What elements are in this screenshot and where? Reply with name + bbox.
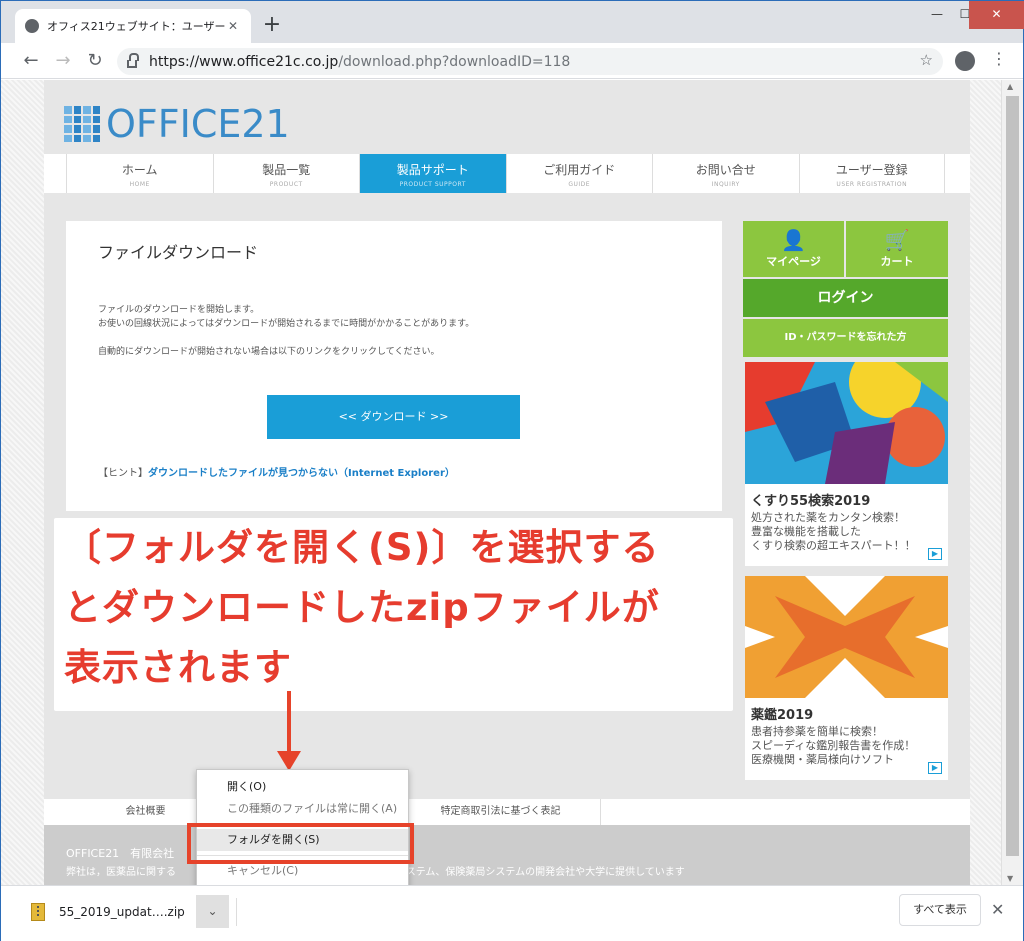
url-path: /download.php?downloadID=118 [338,53,571,70]
mypage-button[interactable]: 👤 マイページ [743,221,844,277]
globe-icon [25,19,39,33]
download-shelf: 55_2019_updat….zip ⌄ すべて表示 ✕ [1,885,1023,941]
nav-item-inquiry[interactable]: お問い合せ INQUIRY [652,154,799,193]
banner-desc: 処方された薬をカンタン検索！ [751,511,905,524]
page-viewport: OFFICE21 ホーム HOME 製品一覧 PRODUCT 製品サポート PRODU… [1,80,1023,885]
hint-link[interactable]: ダウンロードしたファイルが見つからない（Internet Explorer） [148,468,455,479]
highlight-box [187,823,414,864]
annotation-line-1: 〔フォルダを開く(S)〕を選択する [64,526,660,569]
nav-sublabel: USER REGISTRATION [836,181,908,188]
back-arrow-icon[interactable]: ← [19,49,43,73]
nav-item-registration[interactable]: ユーザー登録 USER REGISTRATION [798,154,945,193]
download-panel: ファイルダウンロード ファイルのダウンロードを開始します。 お使いの回線状況によ… [66,221,722,511]
url-text: https://www.office21c.co.jp/download.php… [149,54,570,70]
download-button[interactable]: << ダウンロード >> [267,395,520,439]
menu-item-always-open[interactable]: この種類のファイルは常に開く(A) [197,798,408,820]
annotation-arrow-icon [277,691,301,773]
download-text-2: お使いの回線状況によってはダウンロードが開始されるまでに時間がかかることがありま… [98,319,475,329]
nav-sublabel: PRODUCT [269,181,303,188]
site-page: OFFICE21 ホーム HOME 製品一覧 PRODUCT 製品サポート PRODU… [44,80,970,885]
logo-grid-icon [64,106,100,142]
nav-label: ユーザー登録 [835,163,908,177]
nav-label: 製品一覧 [262,163,311,177]
menu-item-open[interactable]: 開く(O) [197,776,408,798]
nav-item-home[interactable]: ホーム HOME [66,154,213,193]
download-text-3: 自動的にダウンロードが開始されない場合は以下のリンクをクリックしてください。 [98,347,440,357]
bookmark-star-icon[interactable]: ☆ [920,51,933,69]
hint-line: 【ヒント】ダウンロードしたファイルが見つからない（Internet Explor… [98,464,455,479]
annotation-callout: 〔フォルダを開く(S)〕を選択する とダウンロードしたzipファイルが 表示され… [54,518,733,711]
banner-desc: スピーディな鑑別報告書を作成！ [751,739,916,752]
nav-sublabel: PRODUCT SUPPORT [399,181,466,188]
download-item[interactable]: 55_2019_updat….zip [1,896,185,928]
footer-link-legal[interactable]: 特定商取引法に基づく表記 [401,799,601,825]
logo-text: OFFICE21 [106,102,290,146]
footer-desc-a: 弊社は，医薬品に関する [66,867,176,878]
show-all-button[interactable]: すべて表示 [899,894,981,926]
login-button[interactable]: ログイン [743,279,948,317]
forward-arrow-icon[interactable]: → [51,49,75,73]
hint-prefix: 【ヒント】 [98,468,148,479]
cart-icon: 🛒 [884,228,910,252]
forgot-password-link[interactable]: ID・パスワードを忘れた方 [743,319,948,357]
nav-sublabel: GUIDE [568,181,591,188]
banner-desc: くすり検索の超エキスパート！！ [751,539,916,552]
cart-label: カート [880,255,914,268]
banner-kusuri55[interactable]: くすり55検索2019 処方された薬をカンタン検索！ 豊富な機能を搭載した くす… [745,362,948,566]
new-tab-button[interactable]: + [259,13,285,39]
download-text-1: ファイルのダウンロードを開始します。 [98,305,260,315]
nav-sublabel: INQUIRY [711,181,740,188]
reload-icon[interactable]: ↻ [83,49,107,73]
nav-label: 製品サポート [396,163,469,177]
browser-toolbar: ← → ↻ https://www.office21c.co.jp/downlo… [1,43,1023,79]
nav-label: ホーム [121,163,158,177]
person-icon: 👤 [781,228,806,252]
play-icon: ▶ [928,548,942,560]
tab-title: オフィス21ウェブサイト：ユーザーサポ [47,20,225,33]
nav-label: ご利用ガイド [543,163,616,177]
banner-desc: 患者持参薬を簡単に検索！ [751,725,883,738]
nav-item-product[interactable]: 製品一覧 PRODUCT [212,154,360,193]
browser-window: オフィス21ウェブサイト：ユーザーサポ ✕ + — ☐ ✕ ← → ↻ http… [0,0,1024,941]
banner-title: 薬鑑2019 [751,708,814,723]
kebab-menu-icon[interactable]: ⋮ [991,49,1007,68]
footer-nav: 会社概要 特定商取引法に基づく表記 [44,799,970,825]
vertical-scrollbar[interactable]: ▲ ▼ [1001,80,1023,885]
global-nav: ホーム HOME 製品一覧 PRODUCT 製品サポート PRODUCT SUPPOR… [44,154,970,193]
address-bar[interactable]: https://www.office21c.co.jp/download.php… [117,48,943,75]
cart-button[interactable]: 🛒 カート [846,221,948,277]
site-footer: OFFICE21 有限会社 弊社は，医薬品に関する ルテ、医事会計システム、保険薬… [44,825,970,885]
chevron-down-icon[interactable]: ⌄ [196,895,229,928]
window-close-button[interactable]: ✕ [969,1,1024,29]
url-host: https://www.office21c.co.jp [149,53,339,70]
annotation-line-2: とダウンロードしたzipファイルが [64,586,660,629]
page-title: ファイルダウンロード [98,243,259,262]
banner-image [745,362,948,484]
mypage-label: マイページ [766,255,821,268]
lock-icon [127,52,139,68]
banner-desc: 医療機関・薬局様向けソフト [751,753,894,766]
browser-tab[interactable]: オフィス21ウェブサイト：ユーザーサポ ✕ [15,9,251,43]
zip-file-icon [31,903,45,921]
banner-desc: 豊富な機能を搭載した [751,525,861,538]
shelf-divider [236,898,237,926]
nav-item-support[interactable]: 製品サポート PRODUCT SUPPORT [359,154,506,193]
scrollbar-thumb[interactable] [1006,96,1019,856]
nav-item-guide[interactable]: ご利用ガイド GUIDE [505,154,653,193]
nav-sublabel: HOME [129,181,150,188]
banner-image [745,576,948,698]
account-icon[interactable] [955,51,975,71]
tab-strip: オフィス21ウェブサイト：ユーザーサポ ✕ + — ☐ ✕ [1,1,1024,43]
shelf-close-icon[interactable]: ✕ [991,900,1004,919]
tab-close-icon[interactable]: ✕ [225,19,241,33]
annotation-line-3: 表示されます [64,646,292,689]
nav-label: お問い合せ [695,163,756,177]
scroll-up-icon[interactable]: ▲ [1007,82,1013,91]
banner-title: くすり55検索2019 [751,494,871,509]
banner-yakkan[interactable]: 薬鑑2019 患者持参薬を簡単に検索！ スピーディな鑑別報告書を作成！ 医療機関… [745,576,948,780]
download-filename: 55_2019_updat….zip [59,905,185,919]
site-logo[interactable]: OFFICE21 [64,102,290,146]
scroll-down-icon[interactable]: ▼ [1007,874,1013,883]
play-icon: ▶ [928,762,942,774]
